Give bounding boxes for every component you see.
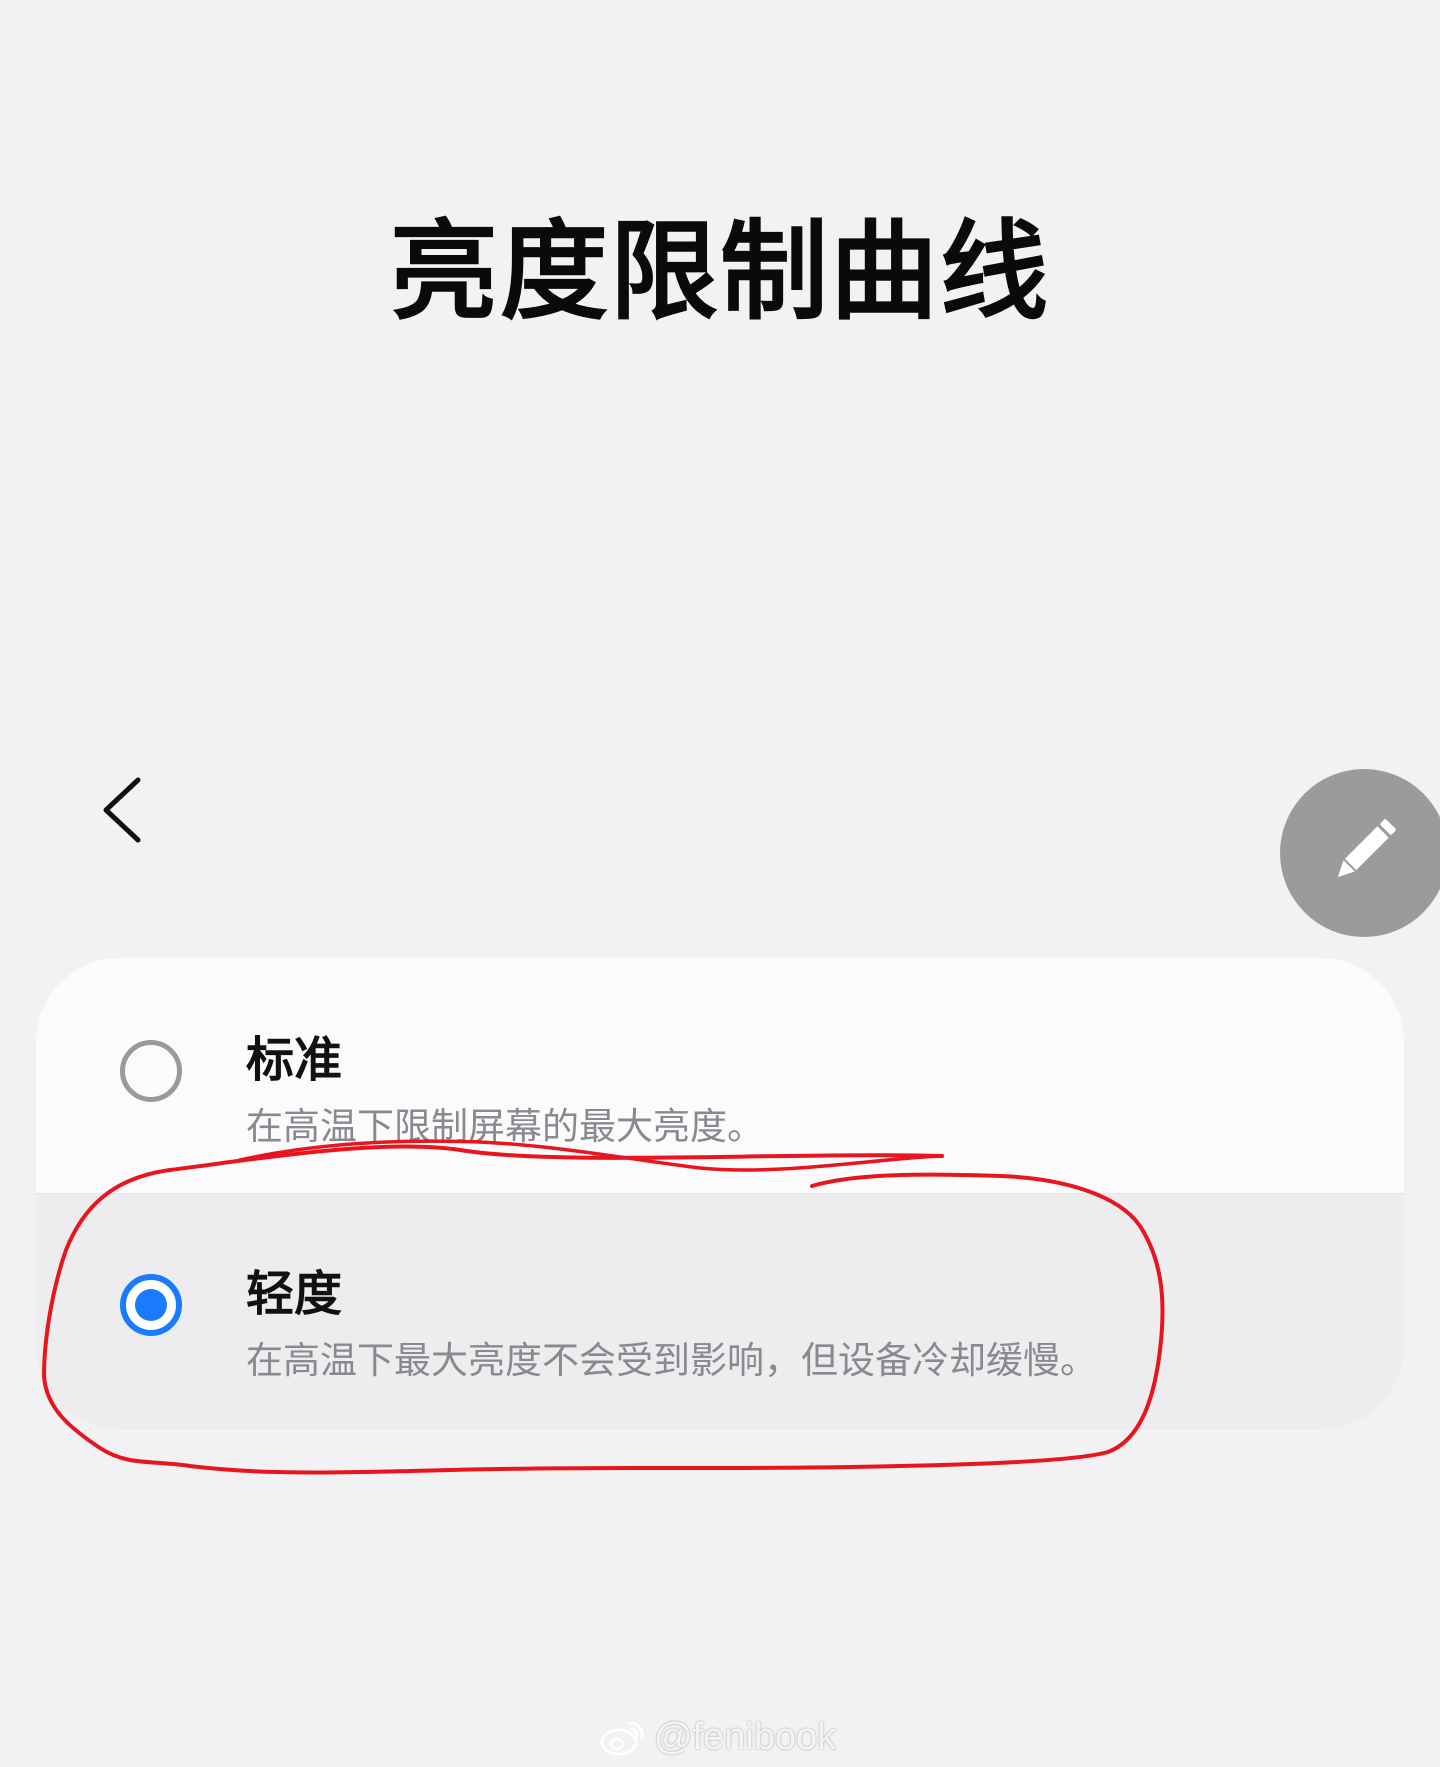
option-mild[interactable]: 轻度 在高温下最大亮度不会受到影响，但设备冷却缓慢。 [36,1194,1404,1430]
option-mild-title: 轻度 [246,1266,343,1322]
edit-button[interactable] [1280,769,1440,937]
option-standard-description: 在高温下限制屏幕的最大亮度。 [246,1105,764,1148]
option-standard-title: 标准 [246,1032,343,1088]
back-button[interactable] [92,768,152,848]
page-title: 亮度限制曲线 [389,210,1050,335]
radio-standard[interactable] [120,1040,182,1102]
option-standard[interactable]: 标准 在高温下限制屏幕的最大亮度。 [36,958,1404,1194]
radio-mild[interactable] [120,1274,182,1336]
watermark: @fenibook [600,1712,836,1762]
weibo-icon [600,1721,644,1756]
radio-selected-dot [135,1289,167,1321]
option-card: 标准 在高温下限制屏幕的最大亮度。 轻度 在高温下最大亮度不会受到影响，但设备冷… [36,958,1404,1430]
pencil-icon [1337,819,1396,878]
option-mild-description: 在高温下最大亮度不会受到影响，但设备冷却缓慢。 [246,1339,1097,1382]
chevron-left-icon [103,777,141,843]
watermark-text: @fenibook [654,1715,837,1758]
